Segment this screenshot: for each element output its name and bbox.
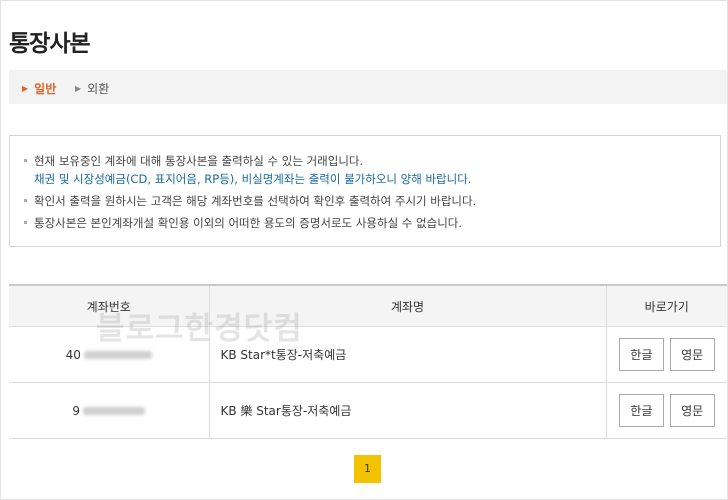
page-title: 통장사본: [9, 31, 91, 57]
bullet-icon: [24, 221, 27, 224]
account-number: 9: [72, 403, 81, 418]
account-number-cell: 9: [9, 382, 209, 439]
notice-item: 확인서 출력을 원하시는 고객은 해당 계좌번호를 선택하여 확인후 출력하여 …: [24, 193, 476, 209]
bullet-icon: [24, 199, 27, 202]
tab-general-label: 일반: [34, 82, 57, 96]
tab-forex[interactable]: ▶ 외환: [75, 80, 109, 97]
account-number-cell: 40: [9, 326, 209, 383]
page-button-1[interactable]: 1: [354, 455, 381, 483]
arrow-right-icon: ▶: [22, 84, 29, 93]
table-row: 9 KB 樂 Star통장-저축예금 한글 영문: [9, 382, 727, 439]
header-account-name: 계좌명: [208, 286, 606, 327]
masked-account-number: [83, 350, 152, 359]
korean-copy-button[interactable]: 한글: [618, 338, 664, 371]
notice-highlight: 채권 및 시장성예금(CD, 표지어음, RP등), 비실명계좌는 출력이 불가…: [34, 172, 472, 186]
tab-forex-label: 외환: [87, 82, 110, 96]
english-copy-button[interactable]: 영문: [669, 338, 715, 371]
table-row: 40 KB Star*t통장-저축예금 한글 영문: [9, 326, 727, 383]
notice-box: 현재 보유중인 계좌에 대해 통장사본을 출력하실 수 있는 거래입니다. 확인…: [9, 135, 721, 247]
tab-general[interactable]: ▶ 일반: [22, 80, 56, 97]
shortcut-cell: 한글 영문: [605, 382, 727, 439]
account-name: KB 樂 Star통장-저축예금: [208, 382, 606, 439]
notice-item: 현재 보유중인 계좌에 대해 통장사본을 출력하실 수 있는 거래입니다.: [24, 153, 363, 169]
tab-bar: ▶ 일반 ▶ 외환: [9, 70, 727, 104]
header-account-number: 계좌번호: [9, 286, 209, 327]
english-copy-button[interactable]: 영문: [669, 394, 715, 427]
account-table: 계좌번호 계좌명 바로가기 40 KB Star*t통장-저축예금 한글 영문: [9, 284, 727, 439]
table-header-row: 계좌번호 계좌명 바로가기: [9, 286, 727, 327]
account-name: KB Star*t통장-저축예금: [208, 326, 606, 383]
notice-text: 현재 보유중인 계좌에 대해 통장사본을 출력하실 수 있는 거래입니다.: [34, 154, 364, 168]
notice-item: 통장사본은 본인계좌개설 확인용 이외의 어떠한 용도의 증명서로도 사용하실 …: [24, 215, 462, 231]
header-shortcut: 바로가기: [605, 286, 727, 327]
notice-text: 확인서 출력을 원하시는 고객은 해당 계좌번호를 선택하여 확인후 출력하여 …: [34, 194, 477, 208]
masked-account-number: [83, 406, 146, 415]
arrow-right-icon: ▶: [75, 84, 82, 93]
shortcut-cell: 한글 영문: [605, 326, 727, 383]
notice-text: 통장사본은 본인계좌개설 확인용 이외의 어떠한 용도의 증명서로도 사용하실 …: [34, 216, 463, 230]
korean-copy-button[interactable]: 한글: [618, 394, 664, 427]
account-number: 40: [65, 347, 81, 362]
bullet-icon: [24, 159, 27, 162]
